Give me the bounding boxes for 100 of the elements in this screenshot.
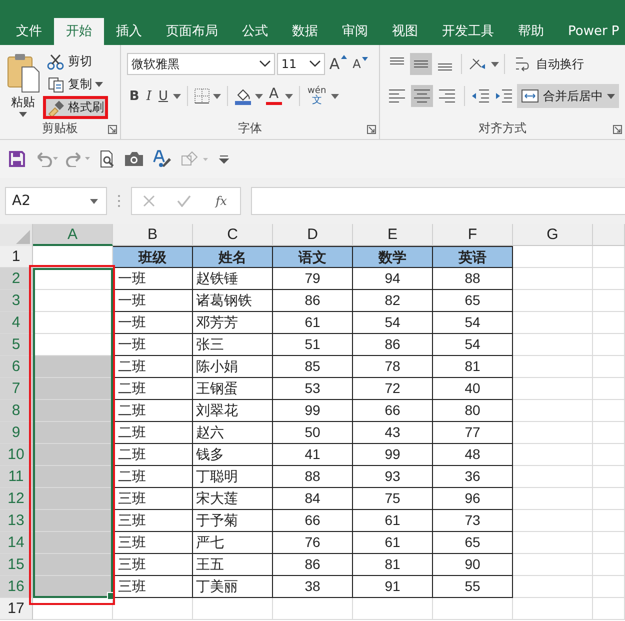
table-cell: 86 (273, 554, 353, 576)
table-cell: 80 (433, 400, 513, 422)
table-cell: 99 (353, 444, 433, 466)
row-header[interactable]: 9 (0, 422, 33, 444)
clipboard-command[interactable]: 复制 (44, 74, 107, 95)
font-color-button[interactable]: A (266, 87, 282, 105)
camera-icon[interactable] (124, 151, 144, 167)
row-header[interactable]: 5 (0, 334, 33, 356)
group-label: 剪贴板 (42, 121, 78, 135)
dialog-launcher-icon[interactable] (613, 125, 622, 134)
caret-icon (19, 112, 27, 117)
column-header[interactable]: A (33, 224, 113, 246)
table-cell: 88 (273, 466, 353, 488)
row-header[interactable]: 10 (0, 444, 33, 466)
caret-icon (212, 94, 221, 98)
clipboard-icon (6, 51, 40, 93)
ribbon-tab[interactable]: 页面布局 (154, 18, 230, 45)
decrease-indent-icon[interactable] (471, 87, 491, 105)
name-box[interactable]: A2 (5, 187, 107, 215)
ribbon-tab[interactable]: 开发工具 (430, 18, 506, 45)
table-cell: 81 (433, 356, 513, 378)
save-icon[interactable] (8, 150, 26, 168)
row-header[interactable]: 2 (0, 268, 33, 290)
borders-icon[interactable] (194, 88, 210, 104)
row-header[interactable]: 13 (0, 510, 33, 532)
ribbon-tab[interactable]: 开始 (54, 18, 104, 45)
table-cell: 二班 (113, 466, 193, 488)
font-style-button[interactable]: B (127, 88, 142, 104)
ribbon-tab[interactable]: 审阅 (330, 18, 380, 45)
table-cell: 61 (273, 312, 353, 334)
table-cell: 54 (353, 312, 433, 334)
table-cell: 二班 (113, 378, 193, 400)
row-header[interactable]: 12 (0, 488, 33, 510)
table-cell: 一班 (113, 290, 193, 312)
table-cell: 邓芳芳 (193, 312, 273, 334)
chevron-down-icon (259, 60, 272, 68)
column-header[interactable]: G (513, 224, 593, 246)
row-header[interactable]: 4 (0, 312, 33, 334)
table-cell: 96 (433, 488, 513, 510)
row-header[interactable]: 16 (0, 576, 33, 598)
table-cell: 85 (273, 356, 353, 378)
column-header[interactable]: B (113, 224, 193, 246)
phonetic-button[interactable]: wén 文 (306, 86, 328, 106)
row-header[interactable]: 14 (0, 532, 33, 554)
align-center-icon[interactable] (411, 85, 433, 107)
row-header[interactable]: 15 (0, 554, 33, 576)
grow-font-button[interactable]: A (327, 55, 349, 73)
ribbon-tab[interactable]: 插入 (104, 18, 154, 45)
clipboard-command[interactable]: 格式刷 (44, 97, 107, 118)
ribbon-tab[interactable]: Power P (556, 18, 625, 45)
table-cell: 65 (433, 532, 513, 554)
ribbon-tab[interactable]: 文件 (4, 18, 54, 45)
ribbon-tab[interactable]: 视图 (380, 18, 430, 45)
font-size-field[interactable]: 11 (277, 53, 326, 75)
clipboard-command[interactable]: 剪切 (44, 51, 107, 72)
ribbon-tab[interactable]: 公式 (230, 18, 280, 45)
column-header[interactable]: E (353, 224, 433, 246)
print-preview-icon[interactable] (98, 150, 116, 168)
table-cell: 严七 (193, 532, 273, 554)
wrap-text-button[interactable]: 自动换行 (510, 52, 588, 76)
shrink-font-button[interactable]: A (350, 57, 370, 71)
customize-toolbar-icon[interactable] (218, 153, 230, 165)
ribbon-tab[interactable]: 帮助 (506, 18, 556, 45)
merge-center-button[interactable]: 合并后居中 (517, 84, 619, 108)
ribbon-tab[interactable]: 数据 (280, 18, 330, 45)
dialog-launcher-icon[interactable] (367, 125, 376, 134)
table-cell: 86 (273, 290, 353, 312)
row-header[interactable]: 6 (0, 356, 33, 378)
row-header[interactable]: 1 (0, 246, 33, 268)
formula-input[interactable] (251, 187, 625, 215)
triangle-down-icon (362, 57, 368, 61)
row-header[interactable]: 7 (0, 378, 33, 400)
table-cell (593, 378, 625, 400)
font-style-button[interactable]: I (144, 88, 154, 104)
caret-icon (491, 62, 499, 66)
fill-bucket-icon[interactable] (234, 87, 252, 105)
column-header[interactable]: D (273, 224, 353, 246)
paste-button[interactable]: 粘贴 (6, 51, 40, 118)
table-cell: 刘翠花 (193, 400, 273, 422)
dialog-launcher-icon[interactable] (108, 125, 118, 134)
table-cell: 丁美丽 (193, 576, 273, 598)
font-name-field[interactable]: 微软雅黑 (127, 53, 276, 75)
table-cell: 一班 (113, 312, 193, 334)
insert-function-button[interactable]: fx (214, 194, 229, 208)
table-header-cell: 数学 (353, 246, 433, 268)
row-header[interactable]: 3 (0, 290, 33, 312)
spell-check-icon[interactable] (152, 150, 172, 168)
column-header[interactable]: C (193, 224, 273, 246)
row-header[interactable]: 11 (0, 466, 33, 488)
font-style-button[interactable]: U (156, 88, 170, 104)
align-middle-icon[interactable] (410, 53, 432, 75)
row-header[interactable]: 17 (0, 598, 33, 620)
table-cell: 41 (273, 444, 353, 466)
row-header[interactable]: 8 (0, 400, 33, 422)
column-header[interactable]: F (433, 224, 513, 246)
table-cell: 三班 (113, 554, 193, 576)
table-cell: 二班 (113, 444, 193, 466)
table-cell (593, 334, 625, 356)
redo-icon[interactable] (66, 151, 90, 167)
increase-indent-icon[interactable] (494, 87, 514, 105)
